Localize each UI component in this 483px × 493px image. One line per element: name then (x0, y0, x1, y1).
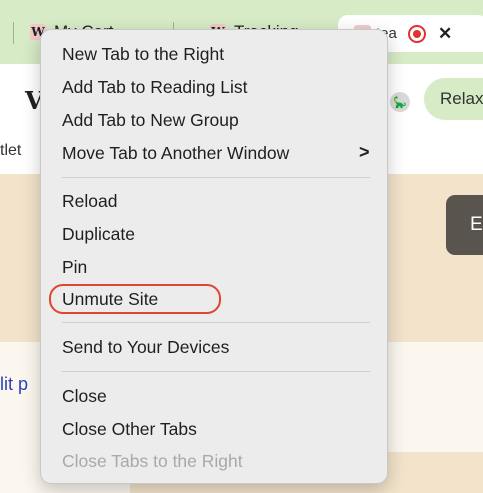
menu-item-unmute-site[interactable]: Unmute Site (41, 284, 387, 314)
record-icon[interactable] (408, 24, 426, 43)
close-icon[interactable]: ✕ (438, 24, 452, 44)
menu-item-add-reading-list[interactable]: Add Tab to Reading List (41, 72, 387, 102)
menu-item-move-window[interactable]: Move Tab to Another Window > (41, 138, 387, 168)
menu-separator (62, 371, 370, 372)
menu-item-label: Reload (62, 190, 118, 211)
menu-item-label: Pin (62, 256, 88, 277)
tab-separator (13, 22, 14, 44)
menu-item-reload[interactable]: Reload (41, 186, 387, 216)
menu-item-label: Add Tab to New Group (62, 109, 239, 130)
menu-item-close-right: Close Tabs to the Right (41, 446, 387, 476)
menu-item-label: Send to Your Devices (62, 336, 230, 357)
menu-item-add-new-group[interactable]: Add Tab to New Group (41, 105, 387, 135)
menu-item-label: Close Other Tabs (62, 418, 197, 439)
dino-icon[interactable]: 🦕 (390, 92, 410, 112)
menu-item-new-tab-right[interactable]: New Tab to the Right (41, 39, 387, 69)
menu-item-close[interactable]: Close (41, 381, 387, 411)
menu-item-label: Duplicate (62, 223, 135, 244)
menu-separator (62, 177, 370, 178)
page-action-button[interactable]: E (446, 195, 483, 255)
menu-separator (62, 322, 370, 323)
tab-context-menu: New Tab to the Right Add Tab to Reading … (40, 29, 388, 484)
chevron-right-icon: > (359, 142, 370, 162)
menu-item-label: Unmute Site (62, 288, 159, 309)
menu-item-label: Add Tab to Reading List (62, 76, 248, 97)
menu-item-label: Close (62, 385, 107, 406)
relax-button[interactable]: Relax (424, 78, 483, 120)
menu-item-label: Move Tab to Another Window (62, 142, 290, 163)
menu-item-send-devices[interactable]: Send to Your Devices (41, 332, 387, 362)
page-action-label: E (470, 214, 483, 235)
page-link[interactable]: lit p (0, 374, 28, 395)
relax-label: Relax (440, 89, 483, 108)
menu-item-close-other[interactable]: Close Other Tabs (41, 414, 387, 444)
menu-item-duplicate[interactable]: Duplicate (41, 219, 387, 249)
menu-item-pin[interactable]: Pin (41, 252, 387, 282)
menu-item-label: Close Tabs to the Right (62, 450, 243, 471)
menu-item-label: New Tab to the Right (62, 43, 225, 64)
bookmark-item[interactable]: tlet (0, 142, 21, 160)
